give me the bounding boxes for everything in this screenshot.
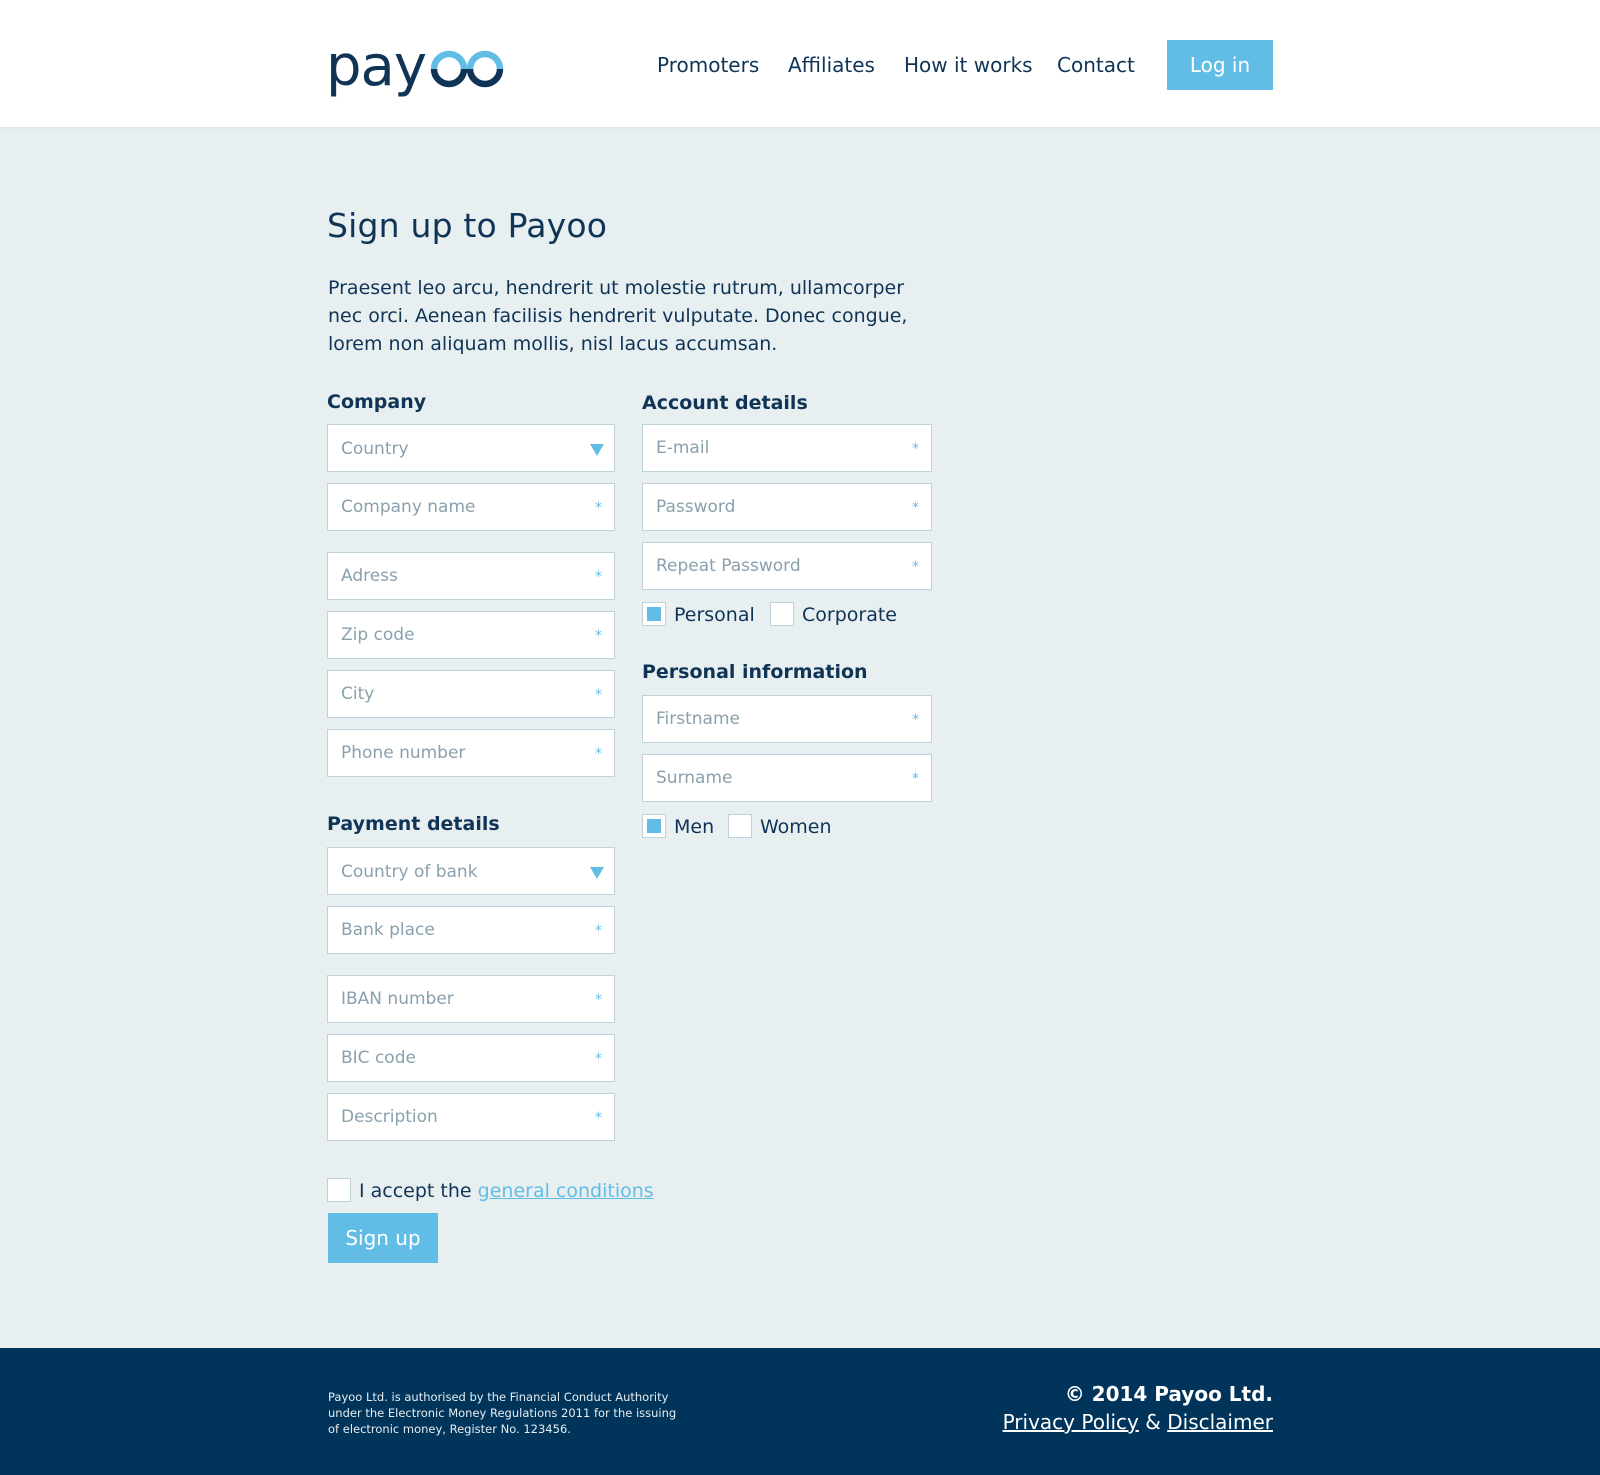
footer-links: Privacy Policy & Disclaimer [1003, 1410, 1273, 1434]
company-name-input[interactable] [328, 484, 614, 530]
nav-promoters[interactable]: Promoters [657, 52, 759, 78]
signup-button[interactable]: Sign up [328, 1213, 438, 1263]
country-select-value: Country [341, 439, 409, 459]
dropdown-arrow-icon [590, 444, 604, 456]
required-icon: * [595, 746, 602, 762]
country-of-bank-select[interactable]: Country of bank [327, 847, 615, 895]
country-of-bank-value: Country of bank [341, 862, 478, 882]
email-field[interactable]: * [642, 424, 932, 472]
required-icon: * [912, 559, 919, 575]
nav-contact[interactable]: Contact [1057, 52, 1135, 78]
intro-text: Praesent leo arcu, hendrerit ut molestie… [328, 277, 908, 355]
men-label: Men [674, 816, 715, 838]
company-section-title: Company [327, 391, 427, 413]
phone-input[interactable] [328, 730, 614, 776]
svg-text:pay: pay [326, 40, 426, 99]
surname-input[interactable] [643, 755, 931, 801]
address-field[interactable]: * [327, 552, 615, 600]
account-section-title: Account details [642, 392, 808, 414]
corporate-label: Corporate [802, 604, 897, 626]
email-input[interactable] [643, 425, 931, 471]
terms-prefix: I accept the [359, 1180, 472, 1202]
page-title: Sign up to Payoo [327, 206, 608, 245]
password-field[interactable]: * [642, 483, 932, 531]
required-icon: * [595, 1110, 602, 1126]
description-field[interactable]: * [327, 1093, 615, 1141]
required-icon: * [912, 712, 919, 728]
iban-input[interactable] [328, 976, 614, 1022]
bank-place-input[interactable] [328, 907, 614, 953]
site-footer: Payoo Ltd. is authorised by the Financia… [0, 1348, 1600, 1475]
general-conditions-link[interactable]: general conditions [478, 1180, 654, 1202]
required-icon: * [595, 992, 602, 1008]
company-name-field[interactable]: * [327, 483, 615, 531]
payment-section-title: Payment details [327, 813, 500, 835]
repeat-password-input[interactable] [643, 543, 931, 589]
phone-field[interactable]: * [327, 729, 615, 777]
required-icon: * [912, 771, 919, 787]
bank-place-field[interactable]: * [327, 906, 615, 954]
privacy-policy-link[interactable]: Privacy Policy [1003, 1410, 1139, 1434]
repeat-password-field[interactable]: * [642, 542, 932, 590]
payoo-logo[interactable]: pay [326, 40, 506, 102]
zip-field[interactable]: * [327, 611, 615, 659]
ampersand: & [1145, 1410, 1161, 1434]
women-checkbox[interactable] [728, 814, 752, 838]
city-field[interactable]: * [327, 670, 615, 718]
terms-checkbox[interactable] [327, 1178, 351, 1202]
personal-section-title: Personal information [642, 661, 868, 683]
personal-checkbox[interactable] [642, 602, 666, 626]
terms-label: I accept the general conditions [359, 1179, 654, 1203]
required-icon: * [595, 628, 602, 644]
address-input[interactable] [328, 553, 614, 599]
copyright: © 2014 Payoo Ltd. [1064, 1382, 1273, 1406]
iban-field[interactable]: * [327, 975, 615, 1023]
personal-label: Personal [674, 604, 755, 626]
required-icon: * [912, 441, 919, 457]
login-button[interactable]: Log in [1167, 40, 1273, 90]
site-header: pay Promoters Affiliates How it works Co… [0, 0, 1600, 127]
country-select[interactable]: Country [327, 424, 615, 472]
firstname-field[interactable]: * [642, 695, 932, 743]
women-label: Women [760, 816, 832, 838]
men-checkbox[interactable] [642, 814, 666, 838]
bic-input[interactable] [328, 1035, 614, 1081]
nav-affiliates[interactable]: Affiliates [788, 52, 875, 78]
nav-how-it-works[interactable]: How it works [904, 52, 1033, 78]
required-icon: * [595, 687, 602, 703]
legal-notice: Payoo Ltd. is authorised by the Financia… [328, 1390, 677, 1436]
corporate-checkbox[interactable] [770, 602, 794, 626]
required-icon: * [595, 569, 602, 585]
password-input[interactable] [643, 484, 931, 530]
bic-field[interactable]: * [327, 1034, 615, 1082]
city-input[interactable] [328, 671, 614, 717]
required-icon: * [595, 500, 602, 516]
disclaimer-link[interactable]: Disclaimer [1167, 1410, 1273, 1434]
required-icon: * [595, 923, 602, 939]
required-icon: * [912, 500, 919, 516]
firstname-input[interactable] [643, 696, 931, 742]
zip-input[interactable] [328, 612, 614, 658]
surname-field[interactable]: * [642, 754, 932, 802]
dropdown-arrow-icon [590, 867, 604, 879]
required-icon: * [595, 1051, 602, 1067]
description-input[interactable] [328, 1094, 614, 1140]
